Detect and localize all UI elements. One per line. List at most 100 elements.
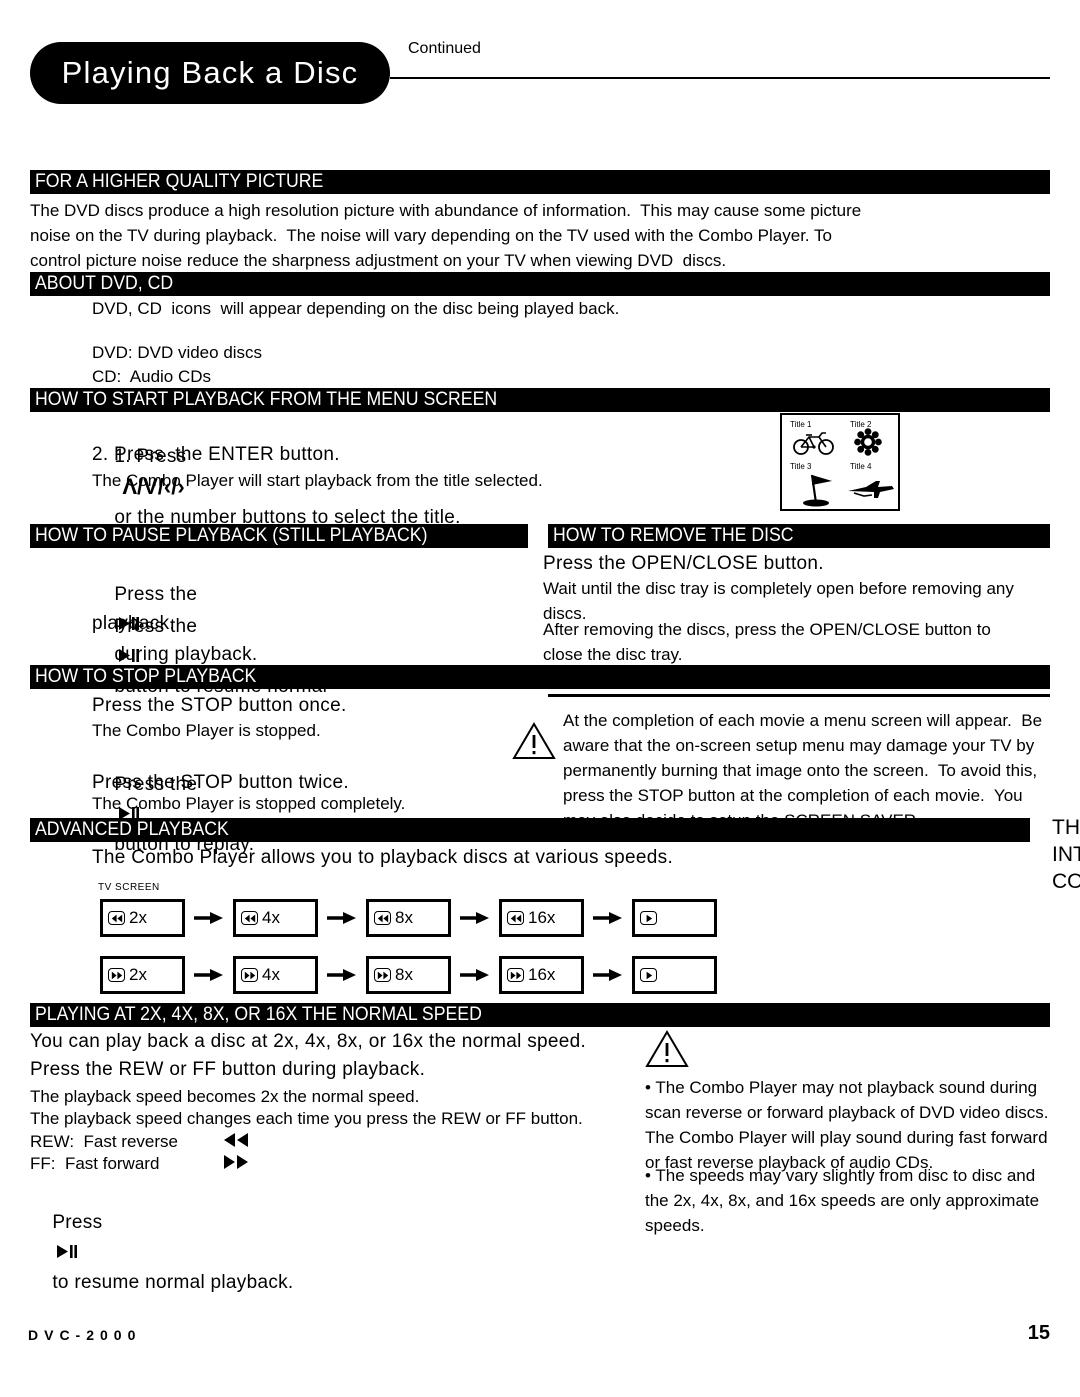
speed-step-box: 4x	[233, 899, 318, 937]
flow-arrow-icon	[194, 969, 223, 981]
tv-screen-label: TV SCREEN	[98, 882, 160, 893]
header-rule	[390, 77, 1050, 79]
tv-menu-title-1: Title 1	[790, 420, 812, 429]
flow-arrow	[318, 910, 366, 926]
flow-arrow-icon	[593, 912, 622, 924]
speed-label: 4x	[262, 908, 280, 927]
flow-arrow	[318, 967, 366, 983]
rewind-icon	[510, 914, 521, 922]
speed-badge	[640, 911, 657, 925]
speed-badge	[507, 911, 524, 925]
flow-arrow	[584, 967, 632, 983]
speed-badge	[108, 968, 125, 982]
warning-triangle-icon	[512, 722, 556, 759]
remove-line-1: Press the OPEN/CLOSE button.	[543, 553, 824, 574]
section-bar-remove-disc: HOW TO REMOVE THE DISC	[548, 524, 1050, 548]
section-bar-menu-screen: HOW TO START PLAYBACK FROM THE MENU SCRE…	[30, 388, 1050, 412]
stop-line-1: Press the STOP button once.	[92, 695, 347, 716]
speed-step-box: 2x	[100, 956, 185, 994]
speeds-resume-line: Press to resume normal playback.	[30, 1178, 530, 1328]
flow-arrow	[185, 967, 233, 983]
speed-badge	[374, 911, 391, 925]
clipped-text-line-1: TH	[1052, 816, 1080, 839]
speed-badge	[507, 968, 524, 982]
speed-step-box: 16x	[499, 899, 584, 937]
airplane-icon	[848, 481, 894, 498]
speed-badge	[374, 968, 391, 982]
speed-step-box: 8x	[366, 899, 451, 937]
speed-label: 8x	[395, 965, 413, 984]
tv-menu-title-4: Title 4	[850, 462, 872, 471]
speeds-line-4: The playback speed changes each time you…	[30, 1109, 583, 1128]
speed-label: 16x	[528, 908, 556, 927]
flow-arrow-icon	[327, 969, 356, 981]
caution-menu-rule	[548, 694, 1050, 697]
higher-quality-body: The DVD discs produce a high resolution …	[30, 201, 862, 270]
speed-step-box	[632, 956, 717, 994]
flow-arrow	[451, 967, 499, 983]
speed-label: 8x	[395, 908, 413, 927]
footer-model: DVC-2000	[28, 1327, 142, 1343]
flow-arrow	[185, 910, 233, 926]
tv-menu-illustration: Title 1 Title 2 Title 3 Title 4	[780, 413, 900, 511]
advanced-body: The Combo Player allows you to playback …	[92, 847, 674, 868]
flow-arrow-icon	[194, 912, 223, 924]
speed-badge	[241, 968, 258, 982]
section-bar-advanced-playback: ADVANCED PLAYBACK	[30, 818, 1030, 842]
speed-flow-forward-row: 2x 4x 8x 16x	[100, 956, 717, 994]
about-line-dvd: DVD: DVD video discs	[92, 343, 263, 362]
section-bar-stop-playback: HOW TO STOP PLAYBACK	[30, 665, 1050, 689]
fast-forward-icon	[111, 971, 122, 979]
stop-line-5: The Combo Player is stopped completely.	[92, 794, 406, 813]
clipped-text-line-2: INT	[1052, 843, 1080, 866]
menu-step-2: 2. Press the ENTER button.	[92, 444, 340, 465]
fast-forward-icon	[510, 971, 521, 979]
speed-step-box: 16x	[499, 956, 584, 994]
speed-step-box: 2x	[100, 899, 185, 937]
rewind-icon	[244, 914, 255, 922]
flow-arrow	[451, 910, 499, 926]
tv-menu-title-3: Title 3	[790, 462, 812, 471]
speed-step-box	[632, 899, 717, 937]
speeds-line-2: Press the REW or FF button during playba…	[30, 1059, 426, 1080]
speeds-line-1: You can play back a disc at 2x, 4x, 8x, …	[30, 1031, 587, 1052]
play-icon	[646, 914, 652, 922]
flow-arrow-icon	[460, 969, 489, 981]
play-pause-icon	[119, 649, 140, 662]
speed-label: 4x	[262, 965, 280, 984]
speed-label: 2x	[129, 908, 147, 927]
speed-label: 16x	[528, 965, 556, 984]
flow-arrow-icon	[327, 912, 356, 924]
pause-line-3: playback.	[92, 613, 175, 634]
page-header: Playing Back a Disc Continued	[30, 40, 1050, 104]
about-body: DVD, CD icons will appear depending on t…	[92, 299, 620, 318]
footer-page-number: 15	[1027, 1322, 1050, 1344]
speed-badge	[108, 911, 125, 925]
section-bar-pause: HOW TO PAUSE PLAYBACK (STILL PLAYBACK)	[30, 524, 528, 548]
fast-forward-icon	[377, 971, 388, 979]
about-line-cd: CD: Audio CDs	[92, 367, 212, 386]
speed-label: 2x	[129, 965, 147, 984]
page-title: Playing Back a Disc	[30, 42, 390, 104]
warning-triangle-icon	[645, 1030, 689, 1067]
speed-badge	[241, 911, 258, 925]
fast-forward-icon	[224, 1155, 248, 1169]
clipped-text-line-3: CO	[1052, 870, 1080, 893]
rewind-icon	[111, 914, 122, 922]
play-icon	[646, 971, 652, 979]
speed-step-box: 4x	[233, 956, 318, 994]
flow-arrow-icon	[460, 912, 489, 924]
speed-flow-rewind-row: 2x 4x 8x 16x	[100, 899, 717, 937]
play-pause-icon	[57, 1245, 78, 1258]
caution-menu-body: At the completion of each movie a menu s…	[563, 711, 1043, 830]
manual-page: Playing Back a Disc Continued FOR A HIGH…	[0, 0, 1080, 1397]
menu-note: The Combo Player will start playback fro…	[92, 471, 543, 490]
caution-speeds-bullet-1: • The Combo Player may not playback soun…	[645, 1078, 1049, 1172]
speed-badge	[640, 968, 657, 982]
section-bar-playing-speeds: PLAYING AT 2X, 4X, 8X, OR 16X THE NORMAL…	[30, 1003, 1050, 1027]
caution-speeds-bullet-2: • The speeds may vary slightly from disc…	[645, 1166, 1040, 1235]
flow-arrow	[584, 910, 632, 926]
speeds-resume-pre: Press	[52, 1212, 103, 1233]
continued-label: Continued	[408, 40, 481, 57]
rewind-icon	[377, 914, 388, 922]
